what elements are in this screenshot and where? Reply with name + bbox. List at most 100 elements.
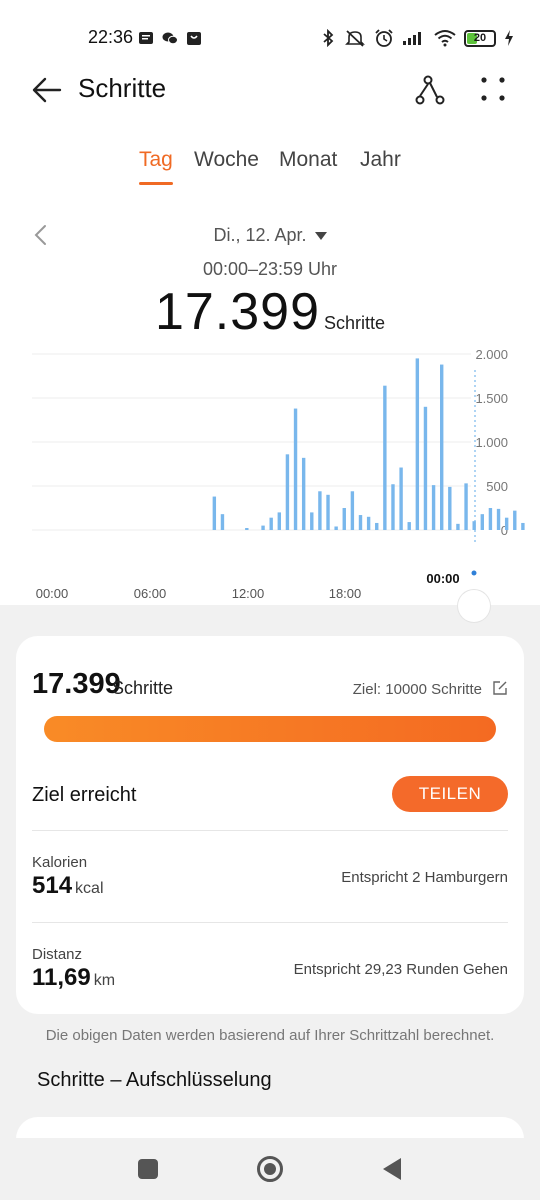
status-right-icons: 20 (320, 28, 514, 48)
chart-bar (407, 522, 411, 530)
current-time-dot (471, 570, 477, 576)
active-tab-indicator (139, 182, 173, 185)
edit-icon[interactable] (492, 680, 508, 696)
chart-bar (464, 483, 468, 530)
system-nav-bar (0, 1138, 540, 1200)
date-text: Di., 12. Apr. (213, 225, 307, 245)
chart-bar (269, 517, 273, 530)
chart-bar (431, 485, 436, 530)
battery-icon: 20 (464, 29, 496, 47)
tab-monat[interactable]: Monat (279, 148, 337, 172)
chart-bar (399, 467, 403, 530)
distance-label: Distanz (32, 946, 83, 963)
page-title: Schritte (78, 73, 167, 103)
chart-bar (358, 515, 363, 530)
chart-bar (301, 457, 306, 530)
x-tick-label: 06:00 (134, 586, 167, 601)
chart-bar (261, 525, 265, 530)
bluetooth-icon (323, 29, 334, 47)
period-tabs: Tag Woche Monat Jahr (0, 148, 540, 188)
chart-scrub-handle[interactable] (458, 590, 490, 622)
chart-bar (375, 522, 379, 530)
calories-label: Kalorien (32, 854, 88, 871)
more-dots-icon[interactable] (474, 70, 512, 110)
chart-bar (488, 508, 493, 530)
chart-bar (245, 528, 249, 530)
chart-bar (318, 491, 322, 530)
x-tick-label: 12:00 (232, 586, 265, 601)
chart-bar (310, 512, 314, 530)
chart-bar (415, 358, 420, 530)
x-tick-label: 00:00 (36, 586, 69, 601)
calories-number: 514 (32, 872, 73, 899)
message-icon (139, 32, 153, 44)
chart-bar (350, 491, 355, 530)
date-selector[interactable]: Di., 12. Apr. (0, 225, 540, 246)
chart-bar (383, 385, 387, 530)
calories-value: 514 kcal (32, 872, 104, 900)
status-time: 22:36 (88, 27, 134, 47)
status-left-icons (138, 30, 202, 46)
total-steps-unit: Schritte (324, 313, 386, 333)
distance-value: 11,69 km (32, 964, 115, 992)
chart-bar (334, 526, 338, 530)
tab-woche[interactable]: Woche (194, 148, 259, 172)
calories-unit: kcal (75, 880, 104, 897)
calories-equivalent: Entspricht 2 Hamburgern (341, 869, 508, 886)
app-header: Schritte (0, 60, 540, 120)
tab-jahr[interactable]: Jahr (360, 148, 401, 172)
alarm-icon (375, 29, 393, 47)
selected-time-label: 00:00 (426, 571, 459, 586)
mute-icon (345, 30, 365, 47)
summary-steps-unit: Schritte (112, 678, 174, 698)
chart-bar (342, 508, 346, 530)
chart-bar (326, 494, 330, 530)
chart-bar (513, 510, 517, 530)
total-steps: 17.399 Schritte (0, 282, 540, 342)
share-button[interactable]: TEILEN (392, 776, 508, 812)
caret-down-icon (314, 232, 327, 241)
recent-apps-button[interactable] (138, 1159, 158, 1179)
route-icon[interactable] (410, 70, 450, 110)
goal-text[interactable]: Ziel: 10000 Schritte (353, 681, 482, 698)
chart-bar (480, 514, 484, 530)
charging-icon (505, 30, 513, 46)
chart-bar (504, 517, 509, 530)
chart-bar (456, 523, 460, 530)
y-tick-label: 500 (486, 479, 508, 494)
goal-progress-bar (44, 716, 496, 742)
home-button[interactable] (257, 1156, 283, 1182)
chart-bar (220, 514, 225, 530)
steps-chart[interactable]: 2.0001.5001.000500000:00 06:00 12:00 18:000… (0, 340, 540, 610)
chart-bar (277, 512, 281, 530)
divider (32, 922, 508, 923)
distance-equivalent: Entspricht 29,23 Runden Gehen (293, 961, 508, 978)
arrow-left-icon[interactable] (30, 73, 64, 107)
status-bar: 22:36 20 (0, 22, 540, 54)
chart-bar (212, 496, 217, 530)
distance-unit: km (93, 972, 116, 989)
summary-steps-value: 17.399 (32, 668, 121, 700)
chart-bar (423, 406, 428, 530)
chart-bar (496, 508, 501, 530)
chart-bar (391, 484, 395, 530)
chart-bar (366, 516, 371, 530)
chart-bar (472, 521, 476, 530)
chart-bar (448, 486, 452, 530)
wifi-icon (434, 30, 456, 47)
y-tick-label: 2.000 (475, 347, 508, 362)
summary-card: 17.399 Schritte Ziel: 10000 Schritte Zie… (16, 636, 524, 1014)
distance-number: 11,69 (32, 964, 91, 991)
total-steps-value: 17.399 (154, 283, 320, 341)
y-tick-label: 1.500 (475, 391, 508, 406)
back-button[interactable] (383, 1158, 401, 1180)
goal-reached-label: Ziel erreicht (32, 784, 137, 806)
shopping-bag-icon (187, 32, 201, 45)
tab-tag[interactable]: Tag (139, 148, 173, 172)
footnote: Die obigen Daten werden basierend auf Ih… (45, 1027, 495, 1044)
chart-bar (440, 364, 444, 530)
time-range: 00:00–23:59 Uhr (202, 259, 338, 279)
x-tick-label: 18:00 (329, 586, 362, 601)
y-tick-label: 1.000 (475, 435, 508, 450)
chart-bar (293, 408, 298, 530)
